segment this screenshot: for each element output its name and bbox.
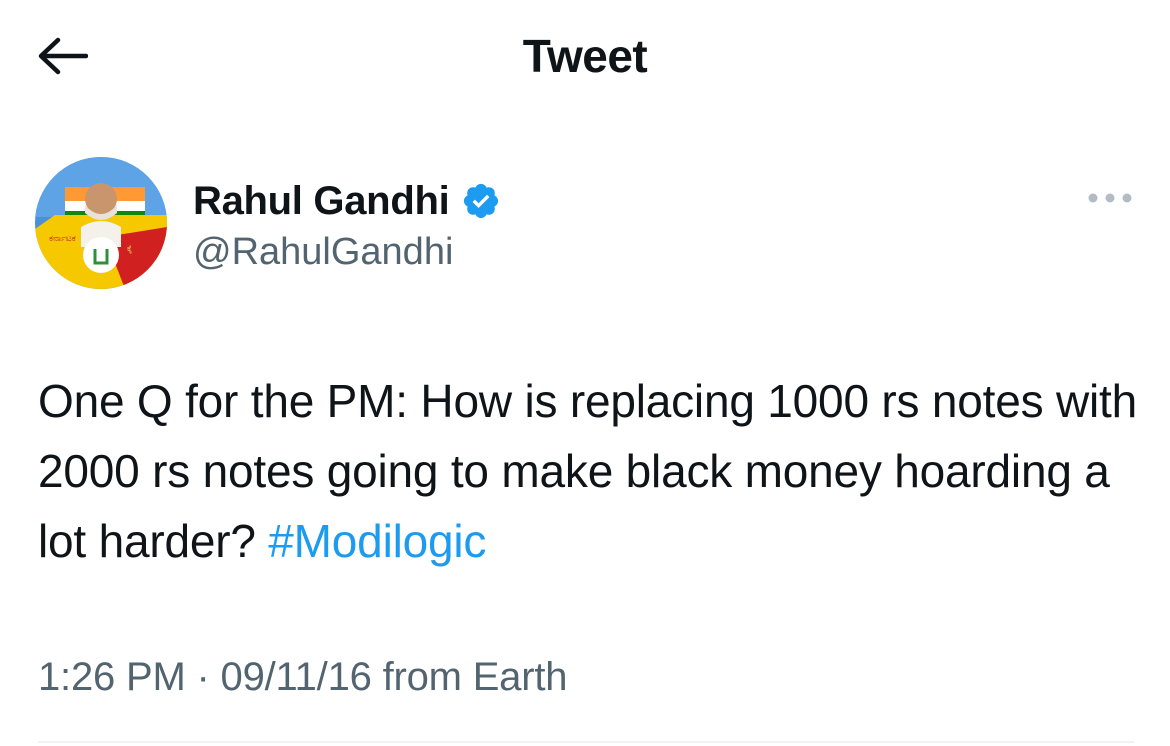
profile-photo: ಕರ್ನಾಟಕ ಕೈ xyxy=(35,157,167,289)
tweet-header: Tweet xyxy=(0,0,1170,115)
tweet-body: One Q for the PM: How is replacing 1000 … xyxy=(38,375,1138,567)
more-horizontal-icon xyxy=(1088,193,1132,203)
avatar[interactable]: ಕರ್ನಾಟಕ ಕೈ xyxy=(35,157,167,289)
tweet-source: from Earth xyxy=(371,655,568,699)
more-options-button[interactable] xyxy=(1080,180,1140,216)
page-title: Tweet xyxy=(522,30,648,82)
tweet-metadata: 1:26 PM · 09/11/16 from Earth xyxy=(38,650,568,704)
meta-separator: · xyxy=(185,655,221,699)
author-handle[interactable]: @RahulGandhi xyxy=(193,228,453,276)
divider xyxy=(38,741,1134,743)
tweet-date[interactable]: 09/11/16 xyxy=(221,655,372,699)
svg-text:ಕರ್ನಾಟಕ: ಕರ್ನಾಟಕ xyxy=(49,234,76,244)
author-name-row: Rahul Gandhi xyxy=(193,176,501,226)
svg-text:ಕೈ: ಕೈ xyxy=(127,244,132,253)
verified-badge-icon xyxy=(461,181,501,221)
hashtag-link[interactable]: #Modilogic xyxy=(268,515,486,567)
tweet-time[interactable]: 1:26 PM xyxy=(38,655,186,699)
display-name[interactable]: Rahul Gandhi xyxy=(193,177,450,225)
tweet-text: One Q for the PM: How is replacing 1000 … xyxy=(38,366,1138,576)
